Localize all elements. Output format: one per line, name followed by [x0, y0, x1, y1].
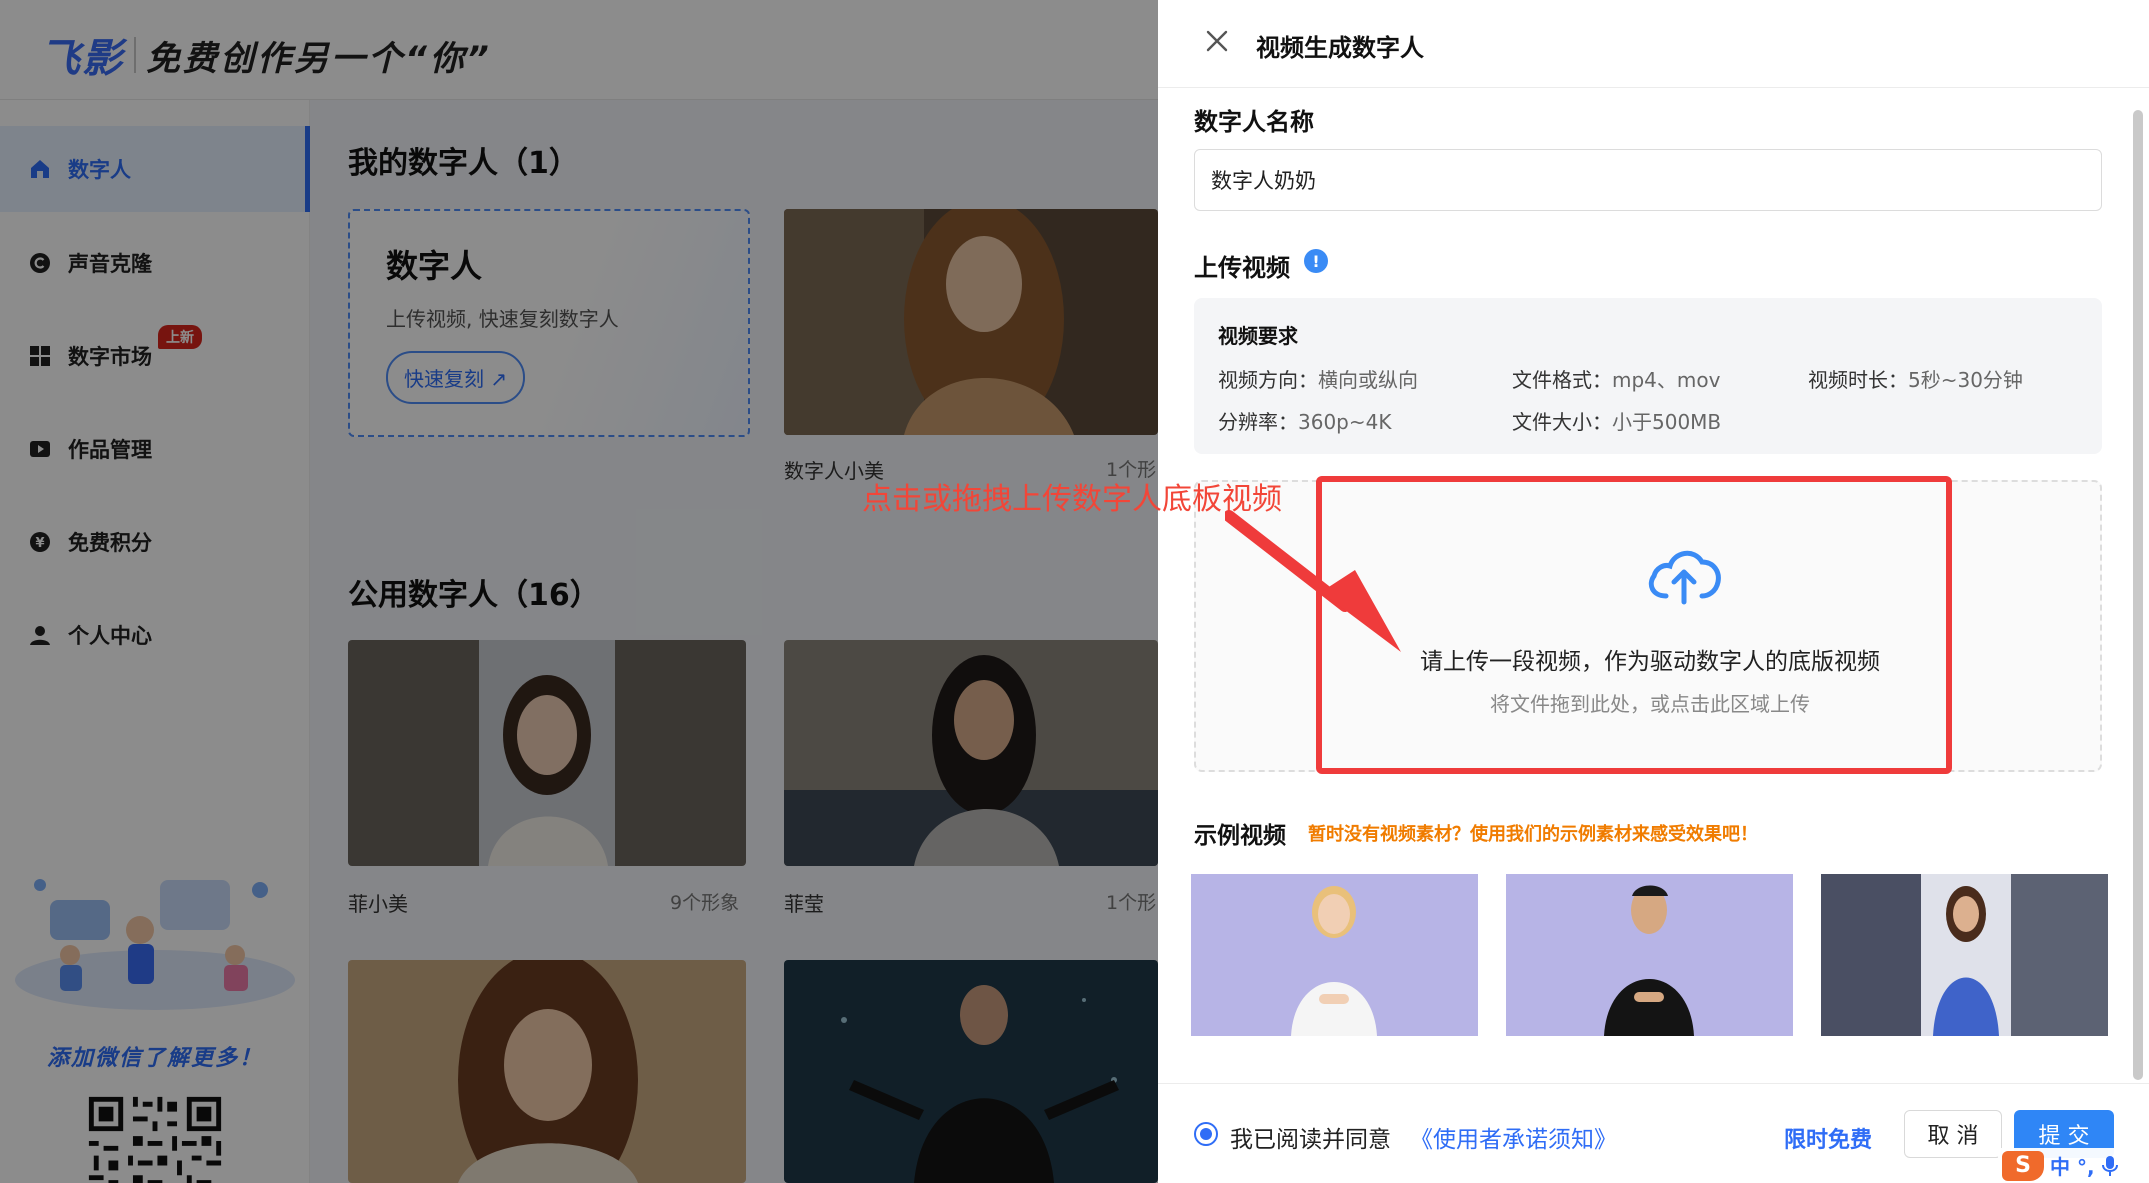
drawer-header: 视频生成数字人 [1158, 0, 2149, 88]
requirement-format: 文件格式：mp4、mov [1512, 368, 1721, 392]
example-thumbnail [1821, 874, 2108, 1036]
cancel-button[interactable]: 取 消 [1904, 1110, 2002, 1158]
requirement-orientation: 视频方向：横向或纵向 [1218, 368, 1418, 392]
ime-mode-text: 中 °, [2050, 1155, 2095, 1179]
scrollbar[interactable] [2133, 110, 2143, 1080]
ime-logo-icon: S [2002, 1150, 2044, 1181]
close-icon[interactable] [1202, 26, 1232, 56]
example-videos-label: 示例视频 [1194, 823, 1286, 849]
terms-link[interactable]: 《使用者承诺须知》 [1410, 1120, 1617, 1154]
annotation-highlight-box [1316, 476, 1952, 774]
agree-radio[interactable] [1194, 1122, 1218, 1146]
requirements-title: 视频要求 [1218, 324, 1298, 348]
example-video-2[interactable] [1506, 874, 1793, 1036]
example-video-3[interactable] [1821, 874, 2108, 1036]
info-icon[interactable]: ! [1304, 249, 1328, 273]
example-thumbnail [1191, 874, 1478, 1036]
annotation-text: 点击或拖拽上传数字人底板视频 [862, 482, 1282, 517]
microphone-icon [2101, 1155, 2118, 1176]
upload-video-label: 上传视频 [1194, 254, 1290, 282]
example-videos-tip: 暂时没有视频素材？使用我们的示例素材来感受效果吧！ [1308, 824, 1758, 845]
radio-dot [1200, 1128, 1212, 1140]
ime-toolbar[interactable]: S 中 °, [1998, 1148, 2149, 1183]
name-label: 数字人名称 [1194, 108, 1314, 136]
requirement-size: 文件大小：小于500MB [1512, 410, 1722, 434]
requirement-duration: 视频时长：5秒~30分钟 [1808, 368, 2023, 392]
requirement-resolution: 分辨率：360p~4K [1218, 410, 1392, 434]
video-requirements: 视频要求 视频方向：横向或纵向 文件格式：mp4、mov 视频时长：5秒~30分… [1194, 298, 2102, 454]
example-thumbnail [1506, 874, 1793, 1036]
agree-text: 我已阅读并同意 [1230, 1127, 1391, 1153]
free-tag: 限时免费 [1784, 1128, 1873, 1153]
name-input[interactable] [1194, 149, 2102, 211]
drawer-title: 视频生成数字人 [1256, 34, 1424, 62]
example-video-1[interactable] [1191, 874, 1478, 1036]
modal-overlay[interactable] [0, 0, 1158, 1183]
